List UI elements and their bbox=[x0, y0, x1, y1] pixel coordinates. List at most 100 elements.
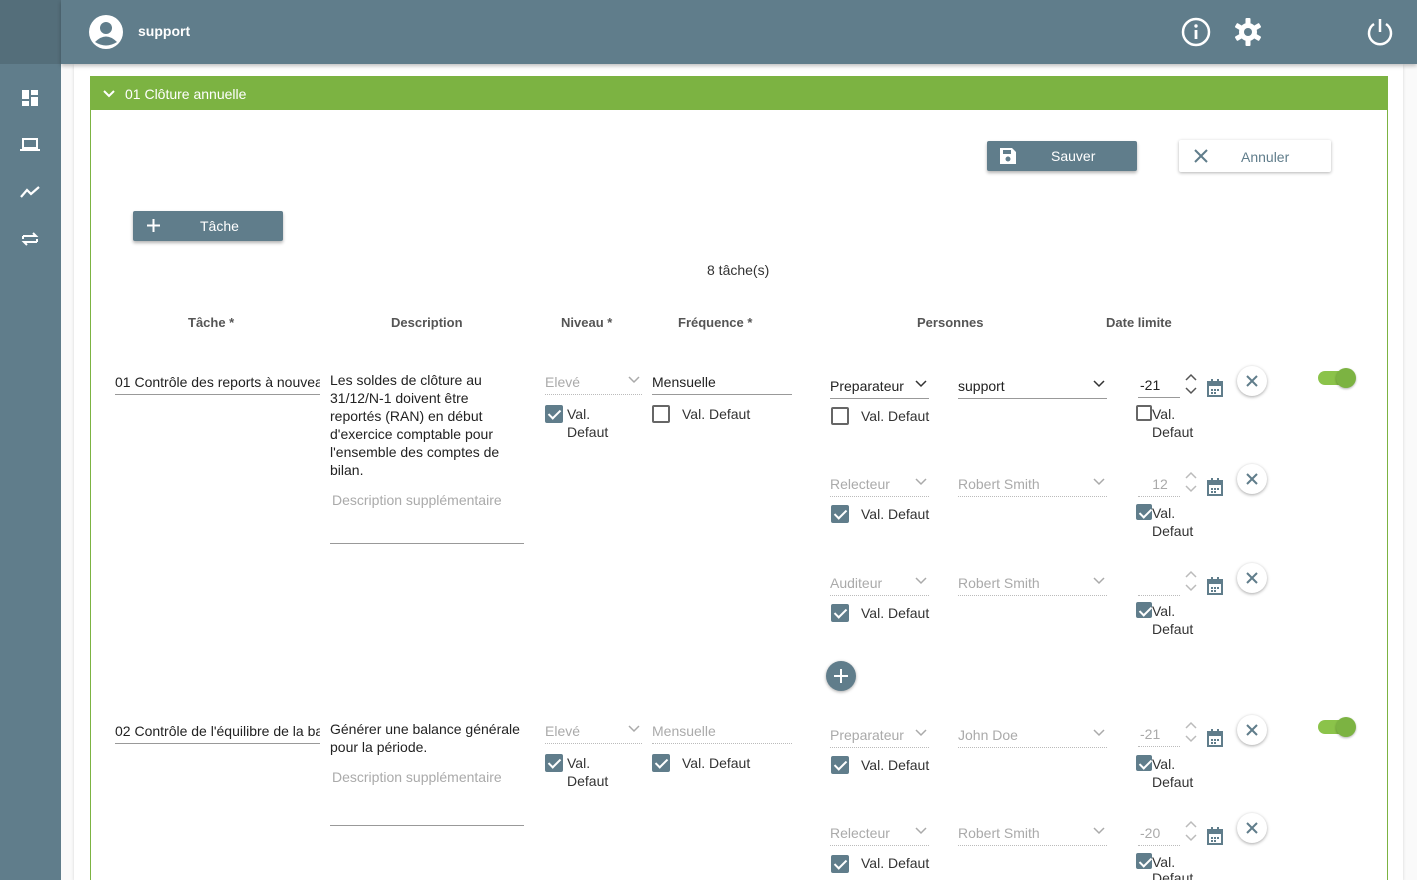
deadline-default-checkbox[interactable] bbox=[1136, 405, 1152, 421]
dashboard-icon[interactable] bbox=[20, 88, 40, 108]
power-icon[interactable] bbox=[1364, 16, 1396, 48]
remove-person-button[interactable] bbox=[1237, 715, 1267, 745]
role-value: Relecteur bbox=[830, 825, 890, 841]
chevron-down-icon bbox=[915, 729, 927, 737]
spinner-icon[interactable] bbox=[1185, 570, 1197, 592]
chevron-down-icon bbox=[628, 376, 640, 384]
spinner-icon[interactable] bbox=[1185, 471, 1197, 493]
person-default-label: Val. Defaut bbox=[861, 605, 930, 621]
chevron-down-icon bbox=[915, 577, 927, 585]
username: support bbox=[138, 23, 191, 39]
chevron-down-icon bbox=[103, 89, 115, 97]
deadline-default-label-2: Defaut bbox=[1152, 774, 1194, 790]
person-default-label: Val. Defaut bbox=[861, 408, 930, 424]
level-select[interactable]: Elevé bbox=[545, 722, 642, 744]
person-value: Robert Smith bbox=[958, 476, 1040, 492]
settings-gear-icon[interactable] bbox=[1232, 16, 1264, 48]
level-select[interactable]: Elevé bbox=[545, 373, 642, 395]
person-default-checkbox[interactable] bbox=[831, 855, 849, 873]
save-icon bbox=[1000, 148, 1016, 164]
user-avatar-icon[interactable] bbox=[89, 15, 123, 49]
frequency-default-checkbox[interactable] bbox=[652, 754, 670, 772]
level-default-checkbox[interactable] bbox=[545, 405, 563, 423]
deadline-default-checkbox[interactable] bbox=[1136, 504, 1152, 520]
deadline-default-label-1: Val. bbox=[1152, 406, 1176, 422]
level-default-label-2: Defaut bbox=[567, 773, 609, 789]
swap-icon[interactable] bbox=[20, 229, 40, 249]
role-select[interactable]: Relecteur bbox=[830, 475, 929, 497]
chevron-down-icon bbox=[915, 478, 927, 486]
days-input[interactable]: -20 bbox=[1138, 824, 1180, 846]
description-extra-input[interactable]: Description supplémentaire bbox=[330, 769, 524, 826]
person-default-checkbox[interactable] bbox=[831, 756, 849, 774]
task-name-input[interactable]: 02 Contrôle de l'équilibre de la balance bbox=[115, 722, 320, 744]
person-default-checkbox[interactable] bbox=[831, 505, 849, 523]
person-value: support bbox=[958, 378, 1005, 394]
person-default-label: Val. Defaut bbox=[861, 757, 930, 773]
trending-icon[interactable] bbox=[20, 182, 40, 202]
level-default-label-1: Val. bbox=[567, 406, 591, 422]
laptop-icon[interactable] bbox=[20, 135, 40, 155]
calendar-icon[interactable] bbox=[1207, 577, 1223, 595]
remove-person-button[interactable] bbox=[1237, 563, 1267, 593]
save-button[interactable]: Sauver bbox=[987, 141, 1137, 171]
calendar-icon[interactable] bbox=[1207, 827, 1223, 845]
days-input[interactable]: 12 bbox=[1138, 475, 1180, 497]
save-label: Sauver bbox=[1051, 148, 1096, 164]
deadline-default-label-1: Val. bbox=[1152, 756, 1176, 772]
frequency-input[interactable]: Mensuelle bbox=[652, 373, 792, 395]
close-icon bbox=[1246, 822, 1258, 834]
deadline-default-checkbox[interactable] bbox=[1136, 755, 1152, 771]
person-default-checkbox[interactable] bbox=[831, 604, 849, 622]
info-icon[interactable] bbox=[1180, 16, 1212, 48]
close-icon bbox=[1246, 724, 1258, 736]
role-select[interactable]: Preparateur bbox=[830, 377, 929, 399]
close-icon bbox=[1246, 375, 1258, 387]
add-task-button[interactable]: Tâche bbox=[133, 211, 283, 241]
task-enabled-toggle[interactable] bbox=[1318, 717, 1356, 737]
frequency-input[interactable]: Mensuelle bbox=[652, 722, 792, 744]
remove-person-button[interactable] bbox=[1237, 813, 1267, 843]
cancel-button[interactable]: Annuler bbox=[1179, 140, 1331, 172]
days-input[interactable]: -21 bbox=[1138, 376, 1180, 398]
role-select[interactable]: Auditeur bbox=[830, 574, 929, 596]
col-deadline: Date limite bbox=[1106, 315, 1172, 330]
section-header[interactable]: 01 Clôture annuelle bbox=[91, 77, 1387, 110]
days-input[interactable] bbox=[1138, 574, 1180, 596]
col-frequency: Fréquence * bbox=[678, 315, 753, 330]
role-select[interactable]: Relecteur bbox=[830, 824, 929, 846]
person-select[interactable]: Robert Smith bbox=[958, 574, 1107, 596]
spinner-icon[interactable] bbox=[1185, 721, 1197, 743]
level-default-checkbox[interactable] bbox=[545, 754, 563, 772]
close-icon bbox=[1194, 149, 1208, 163]
person-select[interactable]: support bbox=[958, 377, 1107, 399]
task-enabled-toggle[interactable] bbox=[1318, 368, 1356, 388]
calendar-icon[interactable] bbox=[1207, 478, 1223, 496]
task-name-input[interactable]: 01 Contrôle des reports à nouveau bbox=[115, 373, 320, 395]
remove-person-button[interactable] bbox=[1237, 464, 1267, 494]
deadline-default-checkbox[interactable] bbox=[1136, 602, 1152, 618]
spinner-icon[interactable] bbox=[1185, 820, 1197, 842]
description-extra-input[interactable]: Description supplémentaire bbox=[330, 492, 524, 544]
person-select[interactable]: John Doe bbox=[958, 726, 1107, 748]
deadline-default-checkbox[interactable] bbox=[1136, 853, 1152, 869]
days-input[interactable]: -21 bbox=[1138, 725, 1180, 747]
person-select[interactable]: Robert Smith bbox=[958, 824, 1107, 846]
person-default-checkbox[interactable] bbox=[831, 407, 849, 425]
frequency-default-checkbox[interactable] bbox=[652, 405, 670, 423]
remove-person-button[interactable] bbox=[1237, 366, 1267, 396]
cancel-label: Annuler bbox=[1241, 149, 1290, 165]
person-select[interactable]: Robert Smith bbox=[958, 475, 1107, 497]
person-value: John Doe bbox=[958, 727, 1018, 743]
add-person-button[interactable] bbox=[826, 661, 856, 691]
level-default-label-2: Defaut bbox=[567, 424, 609, 440]
task-description[interactable]: Les soldes de clôture au 31/12/N-1 doive… bbox=[330, 371, 520, 479]
spinner-icon[interactable] bbox=[1185, 373, 1197, 395]
calendar-icon[interactable] bbox=[1207, 729, 1223, 747]
task-description[interactable]: Générer une balance générale pour la pér… bbox=[330, 720, 520, 756]
col-persons: Personnes bbox=[917, 315, 984, 330]
task-count: 8 tâche(s) bbox=[707, 262, 770, 278]
role-select[interactable]: Preparateur bbox=[830, 726, 929, 748]
calendar-icon[interactable] bbox=[1207, 379, 1223, 397]
person-default-label: Val. Defaut bbox=[861, 506, 930, 522]
